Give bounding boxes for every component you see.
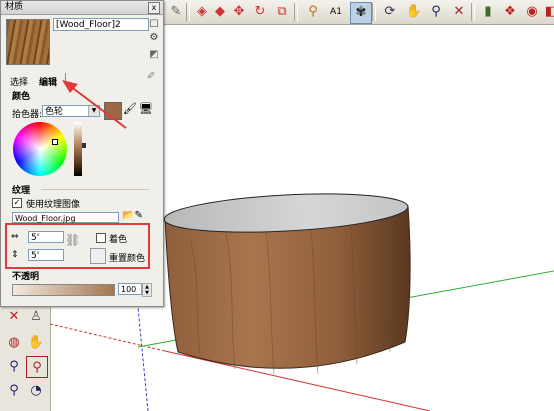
- toolbar-separator: [471, 3, 475, 21]
- opacity-value-field[interactable]: 100: [118, 283, 142, 295]
- orbit-icon[interactable]: ⟳: [380, 2, 400, 22]
- zoom-extents-icon[interactable]: ✕: [449, 2, 469, 22]
- toolbar-separator: [186, 3, 190, 21]
- toolbar-separator: [294, 3, 298, 21]
- orbit-icon[interactable]: ◍: [4, 332, 24, 352]
- paint-bucket-icon[interactable]: ✾: [350, 2, 372, 24]
- edit-texture-icon[interactable]: 📂✎: [122, 210, 143, 221]
- zoom-icon[interactable]: ⚲: [4, 356, 24, 376]
- components-icon[interactable]: ❖: [500, 2, 520, 22]
- width-arrow-icon: ⇔: [11, 232, 19, 242]
- reset-color-label: 重置颜色: [109, 254, 146, 264]
- text-icon[interactable]: A1: [326, 2, 346, 22]
- tape-measure-icon[interactable]: ⚲: [303, 2, 323, 22]
- rotate-icon[interactable]: ↻: [250, 2, 270, 22]
- use-texture-checkbox[interactable]: ✓: [12, 198, 22, 208]
- pan-icon[interactable]: ✋: [404, 2, 424, 22]
- texture-file-field[interactable]: Wood_Floor.jpg: [12, 212, 119, 223]
- annotation-arrow: [62, 80, 127, 129]
- left-toolbar: ✕ ♙ ◍ ✋ ⚲ ⚲ ⚲ ◔: [0, 300, 51, 411]
- layers-icon[interactable]: ◧: [541, 2, 554, 22]
- position-camera-icon[interactable]: ♙: [26, 306, 46, 326]
- previous-view-icon[interactable]: ◔: [26, 380, 46, 400]
- colorize-checkbox[interactable]: [96, 233, 106, 243]
- reset-color-button[interactable]: [90, 248, 106, 264]
- texture-section-label: 纹理: [12, 186, 31, 196]
- opacity-spinner[interactable]: ▲ ▼: [142, 283, 152, 297]
- lock-aspect-chain-icon[interactable]: ⛓: [65, 233, 80, 247]
- push-pull-icon[interactable]: ◈: [192, 2, 212, 22]
- scale-icon[interactable]: ⧉: [272, 2, 292, 22]
- axes-icon[interactable]: ✕: [4, 306, 24, 326]
- brightness-slider-handle[interactable]: [82, 143, 86, 148]
- zoom-icon[interactable]: ⚲: [426, 2, 446, 22]
- texture-height-field[interactable]: 5': [28, 249, 64, 261]
- move-icon[interactable]: ✥: [229, 2, 249, 22]
- section-plane-icon[interactable]: ▮: [478, 2, 498, 22]
- zoom-extents-icon[interactable]: ⚲: [4, 380, 24, 400]
- zoom-window-icon[interactable]: ⚲: [26, 356, 48, 378]
- styles-icon[interactable]: ◉: [522, 2, 542, 22]
- use-texture-label: 使用纹理图像: [26, 200, 81, 210]
- pan-icon[interactable]: ✋: [26, 332, 46, 352]
- texture-width-field[interactable]: 5': [28, 231, 64, 243]
- section-divider: [41, 189, 149, 190]
- red-axis-dashed: [50, 323, 166, 352]
- opacity-section-label: 不透明: [12, 272, 40, 282]
- height-arrow-icon: ⇕: [11, 250, 19, 260]
- opacity-slider[interactable]: [12, 284, 115, 296]
- follow-me-icon[interactable]: ◆: [210, 2, 230, 22]
- toolbar-separator: [372, 3, 376, 21]
- colorize-label: 着色: [109, 235, 128, 245]
- line-tool-icon[interactable]: ✎: [166, 2, 186, 22]
